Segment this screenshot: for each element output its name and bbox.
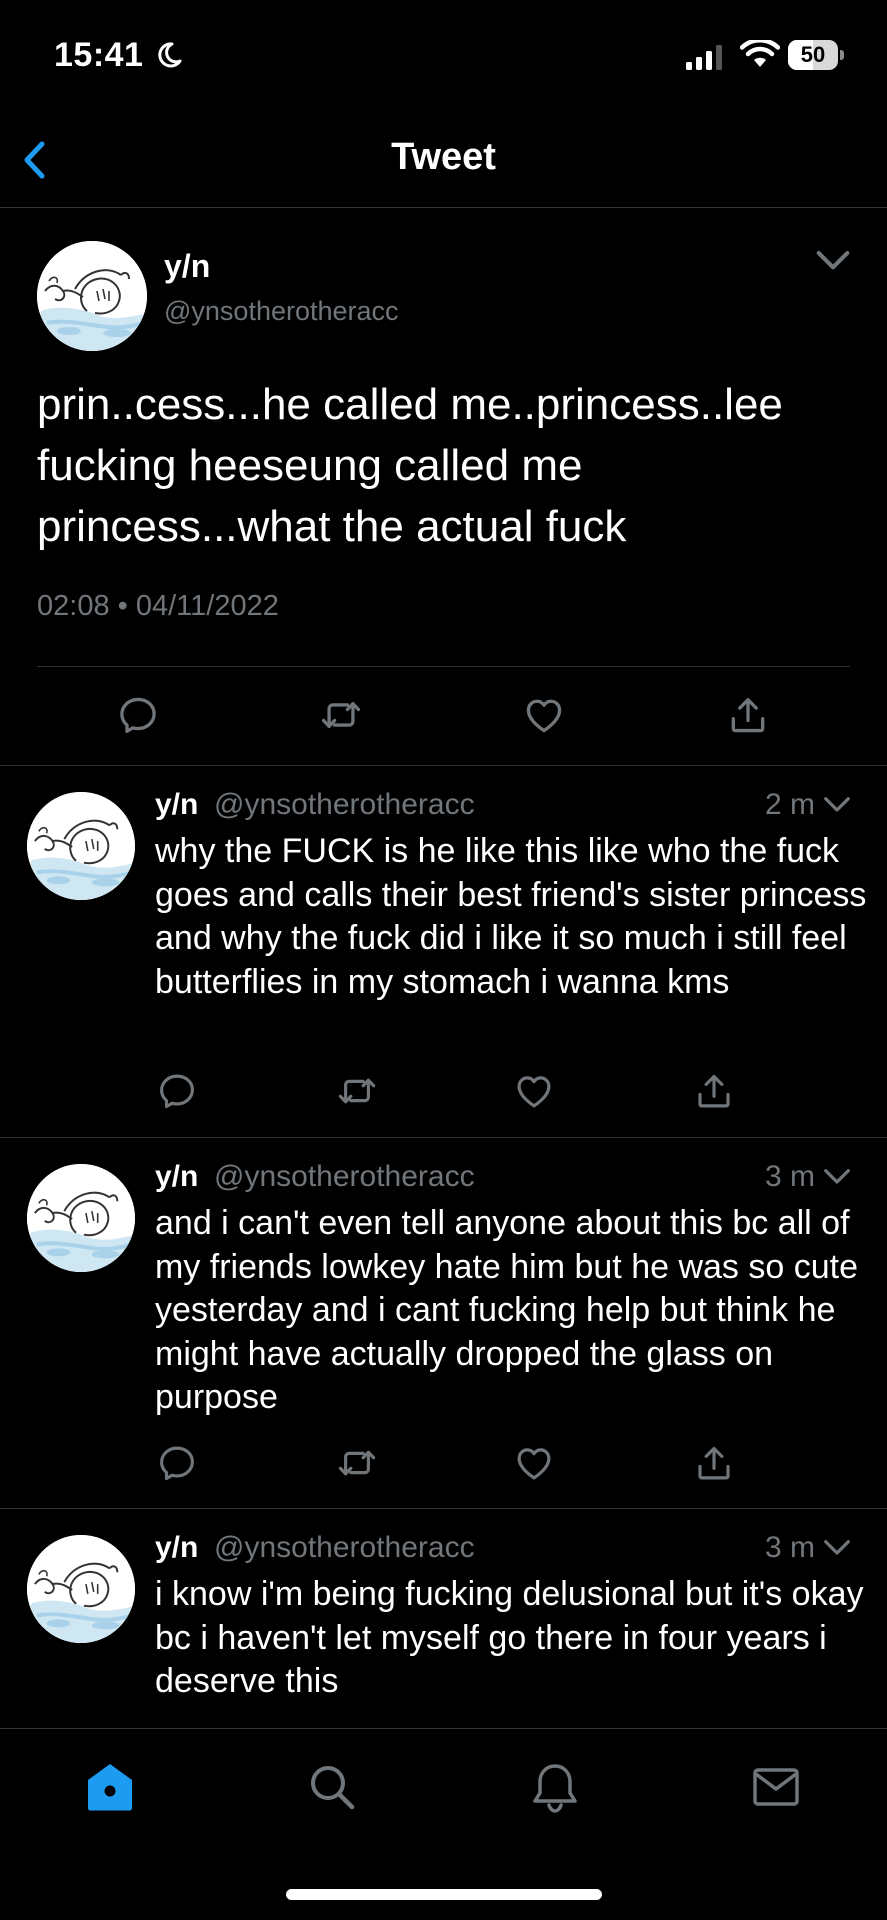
retweet-icon[interactable]	[336, 1442, 378, 1484]
tweet-text: and i can't even tell anyone about this …	[155, 1204, 858, 1416]
status-bar: 15:41 50	[0, 0, 887, 110]
page-title: Tweet	[391, 136, 496, 178]
notifications-icon[interactable]	[529, 1761, 581, 1813]
retweet-icon[interactable]	[319, 693, 363, 737]
home-indicator[interactable]	[286, 1889, 602, 1900]
avatar[interactable]	[37, 241, 147, 351]
reply-icon[interactable]	[156, 1070, 198, 1112]
battery-icon: 50	[788, 40, 844, 70]
chevron-down-icon[interactable]	[822, 1537, 852, 1559]
like-icon[interactable]	[513, 1070, 555, 1112]
tweet-actions	[0, 1442, 887, 1488]
like-icon[interactable]	[522, 693, 566, 737]
author-handle[interactable]: @ynsotherotheracc	[214, 1160, 475, 1194]
reply-tweet[interactable]: y/n @ynsotherotheracc 3 m and i can't ev…	[0, 1138, 887, 1509]
chevron-down-icon[interactable]	[822, 1166, 852, 1188]
tweet-age: 3 m	[764, 1531, 815, 1564]
header: Tweet	[0, 110, 887, 208]
author-name[interactable]: y/n	[155, 788, 198, 822]
tweet-actions	[0, 693, 887, 743]
status-time: 15:41	[54, 36, 144, 74]
tweet-text: why the FUCK is he like this like who th…	[155, 832, 867, 1001]
divider	[37, 666, 850, 667]
reply-tweet[interactable]: y/n @ynsotherotheracc 3 m i know i'm bei…	[0, 1509, 887, 1728]
reply-icon[interactable]	[156, 1442, 198, 1484]
main-tweet: y/n @ynsotherotheracc prin..cess...he ca…	[0, 208, 887, 766]
reply-tweet[interactable]: y/n @ynsotherotheracc 2 m why the FUCK i…	[0, 766, 887, 1138]
moon-icon	[158, 42, 182, 68]
signal-icon	[686, 45, 722, 70]
author-handle[interactable]: @ynsotherotheracc	[164, 296, 399, 327]
tweet-actions	[0, 1070, 887, 1116]
tweet-text: prin..cess...he called me..princess..lee…	[37, 380, 783, 551]
tweet-timestamp: 02:08 • 04/11/2022	[37, 590, 279, 622]
search-icon[interactable]	[306, 1761, 358, 1813]
reply-icon[interactable]	[116, 693, 160, 737]
retweet-icon[interactable]	[336, 1070, 378, 1112]
chevron-down-icon[interactable]	[814, 248, 852, 274]
tweet-age: 3 m	[764, 1160, 815, 1193]
author-handle[interactable]: @ynsotherotheracc	[214, 788, 475, 822]
avatar[interactable]	[27, 1164, 135, 1272]
avatar[interactable]	[27, 1535, 135, 1643]
share-icon[interactable]	[693, 1442, 735, 1484]
share-icon[interactable]	[726, 693, 770, 737]
messages-icon[interactable]	[750, 1761, 802, 1813]
chevron-down-icon[interactable]	[822, 794, 852, 816]
author-name[interactable]: y/n	[164, 248, 210, 285]
tweet-text: i know i'm being fucking delusional but …	[155, 1575, 864, 1700]
home-icon[interactable]	[84, 1761, 136, 1813]
battery-percentage: 50	[800, 42, 826, 67]
tweet-age: 2 m	[764, 788, 815, 821]
author-name[interactable]: y/n	[155, 1531, 198, 1565]
like-icon[interactable]	[513, 1442, 555, 1484]
author-name[interactable]: y/n	[155, 1160, 198, 1194]
wifi-icon	[740, 40, 780, 67]
avatar[interactable]	[27, 792, 135, 900]
share-icon[interactable]	[693, 1070, 735, 1112]
author-handle[interactable]: @ynsotherotheracc	[214, 1531, 475, 1565]
